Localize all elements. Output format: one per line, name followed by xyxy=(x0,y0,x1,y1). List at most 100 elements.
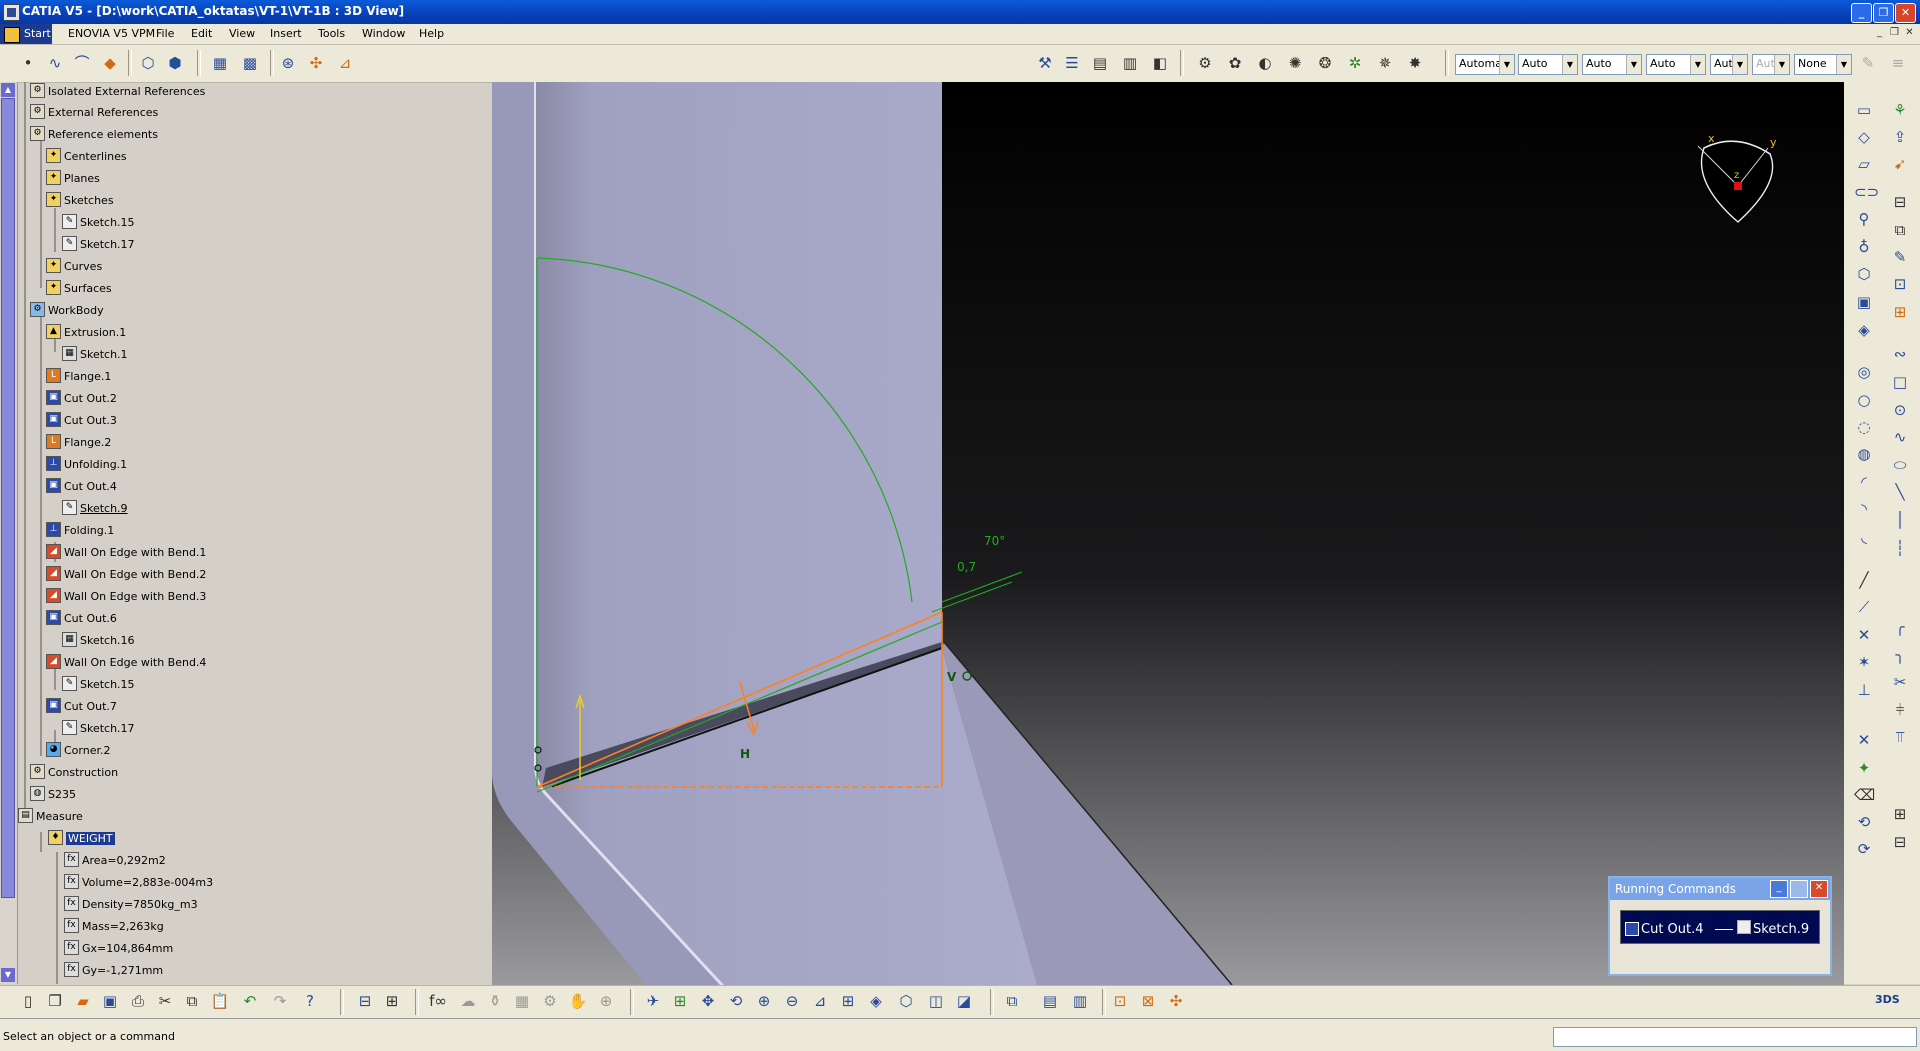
rule-icon[interactable]: ⚱ xyxy=(485,991,505,1011)
gear-icon[interactable]: ⚙ xyxy=(1195,53,1215,73)
curve-icon[interactable]: ⌒ xyxy=(72,53,92,73)
exit-sketch-icon[interactable]: ⬢ xyxy=(165,53,185,73)
viewport-canvas[interactable]: 70° 0,7 H V x y z xyxy=(492,82,1844,986)
eraser-icon[interactable]: ⌫ xyxy=(1854,785,1875,805)
centered-rect-icon[interactable]: ▣ xyxy=(1854,292,1874,312)
bridge-icon[interactable]: ✺ xyxy=(1285,53,1305,73)
export-icon[interactable]: ⇪ xyxy=(1890,127,1910,147)
flatten-icon[interactable]: ▥ xyxy=(1120,53,1140,73)
mdi-minimize-button[interactable]: _ xyxy=(1873,27,1886,39)
ellipse-icon[interactable]: ⬭ xyxy=(1890,455,1910,475)
flanged-hole-icon[interactable]: ❂ xyxy=(1315,53,1335,73)
parallelogram-icon[interactable]: ▱ xyxy=(1854,154,1874,174)
menu-window[interactable]: Window xyxy=(362,27,405,40)
color-combo[interactable]: Auto ▼ xyxy=(1582,54,1642,75)
three-point-circle-icon[interactable]: ○ xyxy=(1854,390,1874,410)
sketcher-icon[interactable]: ⊟ xyxy=(355,991,375,1011)
grid-snap-icon[interactable]: ⊠ xyxy=(1138,991,1158,1011)
louver-icon[interactable]: ◐ xyxy=(1255,53,1275,73)
stamp-icon[interactable]: ✿ xyxy=(1225,53,1245,73)
eraser-icon[interactable]: ◆ xyxy=(100,53,120,73)
layer-combo[interactable]: Aut ▼ xyxy=(1752,54,1790,75)
panel-maximize-button[interactable] xyxy=(1790,880,1808,898)
running-commands-panel[interactable]: Running Commands _ ✕ Cut Out.4 Sketch.9 xyxy=(1608,876,1832,976)
break-icon[interactable]: ⫩ xyxy=(1890,700,1910,720)
undo-icon[interactable]: ↶ xyxy=(240,991,260,1011)
offset-icon[interactable]: ⊟ xyxy=(1890,832,1910,852)
tri-tangent-circle-icon[interactable]: ◍ xyxy=(1854,444,1874,464)
open-folder-icon[interactable]: ▰ xyxy=(73,991,93,1011)
normal-view-icon[interactable]: ⊿ xyxy=(810,991,830,1011)
horizontal-constraint[interactable]: H xyxy=(740,747,750,761)
scroll-thumb[interactable] xyxy=(1,98,15,898)
rotate-icon[interactable]: ⟳ xyxy=(1854,839,1874,859)
wall-list-icon[interactable]: ▤ xyxy=(1090,53,1110,73)
circle-coords-icon[interactable]: ◌ xyxy=(1854,417,1874,437)
close-button[interactable]: ✕ xyxy=(1895,3,1916,23)
swap-space-icon[interactable]: ◪ xyxy=(954,991,974,1011)
grid-icon[interactable]: ▦ xyxy=(210,53,230,73)
bulb-icon[interactable]: ♁ xyxy=(1854,237,1874,257)
menu-insert[interactable]: Insert xyxy=(270,27,302,40)
running-command-label[interactable]: Cut Out.4 xyxy=(1641,922,1704,937)
chamfer-icon[interactable]: ╮ xyxy=(1890,645,1910,665)
spline-icon[interactable]: ∿ xyxy=(45,53,65,73)
square-icon[interactable]: □ xyxy=(1890,372,1910,392)
quick-trim-icon[interactable]: ⫪ xyxy=(1890,727,1910,747)
curve-stamp-icon[interactable]: ✵ xyxy=(1375,53,1395,73)
painter-icon[interactable]: ✎ xyxy=(1858,53,1878,73)
maximize-button[interactable]: ❐ xyxy=(1873,3,1894,23)
constraint-icon[interactable]: ✣ xyxy=(306,53,326,73)
snap-icon[interactable]: ⊡ xyxy=(1110,991,1130,1011)
cut-icon[interactable]: ✂ xyxy=(155,991,175,1011)
fit-all-icon[interactable]: ⊞ xyxy=(670,991,690,1011)
vertical-constraint[interactable]: V xyxy=(947,670,957,684)
arc-icon[interactable]: ◜ xyxy=(1854,472,1874,492)
menu-tools[interactable]: Tools xyxy=(318,27,345,40)
zoom-out-icon[interactable]: ⊖ xyxy=(782,991,802,1011)
hide-show-icon[interactable]: ◫ xyxy=(926,991,946,1011)
menu-help[interactable]: Help xyxy=(419,27,444,40)
line-type-combo[interactable]: Automa ▼ xyxy=(1455,54,1515,75)
whats-this-icon[interactable]: ? xyxy=(300,991,320,1011)
project-icon[interactable]: ⊞ xyxy=(1890,804,1910,824)
multi-view-icon[interactable]: ⊞ xyxy=(838,991,858,1011)
sheetmetal-params-icon[interactable]: ⚒ xyxy=(1035,53,1055,73)
redo-icon[interactable]: ↷ xyxy=(270,991,290,1011)
rectangle-icon[interactable]: ▭ xyxy=(1854,100,1874,120)
copy-icon[interactable]: ⧉ xyxy=(1890,220,1910,240)
properties-icon[interactable]: ≡ xyxy=(1888,53,1908,73)
bisecting-line-icon[interactable]: ✶ xyxy=(1854,652,1874,672)
running-commands-list[interactable]: Cut Out.4 Sketch.9 xyxy=(1620,910,1820,944)
running-commands-header[interactable]: Running Commands _ ✕ xyxy=(1610,878,1830,900)
bitangent-line-icon[interactable]: ✕ xyxy=(1854,625,1874,645)
iso-view-icon[interactable]: ◈ xyxy=(866,991,886,1011)
constraint-box-icon[interactable]: ⊡ xyxy=(1890,274,1910,294)
panel-minimize-button[interactable]: _ xyxy=(1770,880,1788,898)
copy-icon[interactable]: ⧉ xyxy=(182,991,202,1011)
reaction-icon[interactable]: ⚙ xyxy=(540,991,560,1011)
specification-tree[interactable]: ⚙ Isolated External References ⚙ External … xyxy=(0,82,492,984)
constraint-mode-icon[interactable]: ✣ xyxy=(1166,991,1186,1011)
arc-limits-icon[interactable]: ◟ xyxy=(1854,527,1874,547)
snap-grid-icon[interactable]: ▩ xyxy=(240,53,260,73)
line-icon[interactable]: ╱ xyxy=(1854,570,1874,590)
new-from-icon[interactable]: ❐ xyxy=(45,991,65,1011)
knowledge-icon[interactable]: ☁ xyxy=(458,991,478,1011)
tree-scrollbar[interactable]: ▲ ▼ xyxy=(0,82,18,984)
print-icon[interactable]: ⎙ xyxy=(128,991,148,1011)
menu-edit[interactable]: Edit xyxy=(191,27,212,40)
spline-icon[interactable]: ∾ xyxy=(1890,344,1910,364)
paste-icon[interactable]: 📋 xyxy=(210,991,230,1011)
catalog-icon[interactable]: ⧉ xyxy=(1002,991,1022,1011)
3d-viewport[interactable]: 70° 0,7 H V x y z xyxy=(492,82,1844,986)
panel-close-button[interactable]: ✕ xyxy=(1810,880,1828,898)
layers-icon[interactable]: ▥ xyxy=(1070,991,1090,1011)
table-icon[interactable]: ▦ xyxy=(512,991,532,1011)
circle-icon[interactable]: ◎ xyxy=(1854,362,1874,382)
scroll-down-arrow[interactable]: ▼ xyxy=(1,968,15,982)
profile-icon[interactable]: ⊟ xyxy=(1890,192,1910,212)
rotate-view-icon[interactable]: ⟲ xyxy=(726,991,746,1011)
dimension-icon[interactable]: ⊿ xyxy=(335,53,355,73)
zoom-in-icon[interactable]: ⊕ xyxy=(754,991,774,1011)
